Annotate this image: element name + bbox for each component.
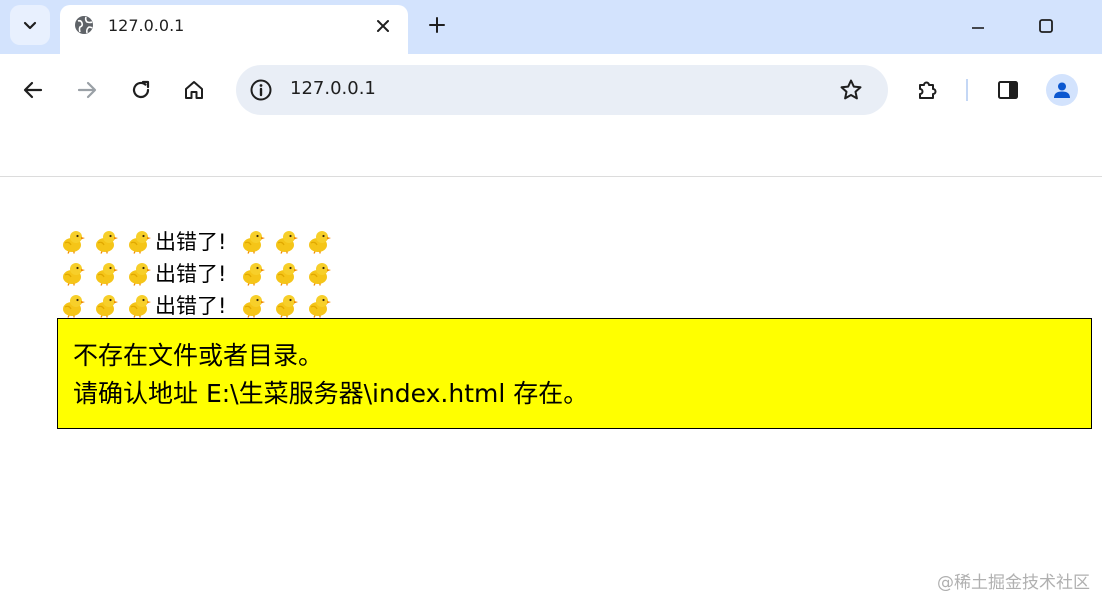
chick-icon [306, 228, 332, 254]
maximize-button[interactable] [1034, 14, 1058, 38]
error-message-box: 不存在文件或者目录。 请确认地址 E:\生菜服务器\index.html 存在。 [57, 318, 1092, 429]
home-icon [185, 81, 203, 99]
minimize-button[interactable] [966, 14, 990, 38]
chick-icon [273, 260, 299, 286]
address-bar[interactable]: 127.0.0.1 [236, 65, 888, 115]
reload-icon [132, 80, 150, 99]
tab-strip: 127.0.0.1 [0, 0, 1102, 54]
chick-icon [240, 228, 266, 254]
tab-search-button[interactable] [10, 5, 50, 45]
error-line: 出错了! [60, 289, 339, 321]
watermark: @稀土掘金技术社区 [937, 573, 1090, 593]
chick-icon [93, 260, 119, 286]
error-line-text: 出错了! [155, 294, 227, 318]
message-line-2: 请确认地址 E:\生菜服务器\index.html 存在。 [73, 379, 589, 408]
chick-icon [126, 260, 152, 286]
toolbar-divider [966, 79, 968, 101]
reload-button[interactable] [125, 74, 157, 106]
arrow-right-icon [77, 81, 97, 99]
bookmark-star-button[interactable] [838, 77, 864, 103]
chick-icon [93, 292, 119, 318]
person-icon [1054, 82, 1070, 98]
back-button[interactable] [17, 74, 49, 106]
extensions-button[interactable] [912, 74, 944, 106]
chick-icon [60, 228, 86, 254]
error-line-text: 出错了! [155, 230, 227, 254]
info-icon [250, 79, 272, 101]
chick-icon [240, 260, 266, 286]
chick-icon [273, 292, 299, 318]
page-content: 出错了! 出错了! 出错了! 不存在文件或者目录。 请确认地址 E:\生菜服务器\i… [0, 177, 1102, 599]
star-icon [840, 79, 862, 100]
chick-icon [273, 228, 299, 254]
active-tab[interactable]: 127.0.0.1 [60, 5, 408, 54]
toolbar: 127.0.0.1 [0, 54, 1102, 177]
chevron-down-icon [23, 21, 37, 30]
site-info-button[interactable] [248, 77, 274, 103]
chick-icon [306, 260, 332, 286]
tab-close-button[interactable] [372, 15, 394, 37]
chick-icon [126, 228, 152, 254]
message-line-1: 不存在文件或者目录。 [73, 341, 324, 370]
maximize-icon [1039, 19, 1053, 33]
forward-button[interactable] [71, 74, 103, 106]
chick-icon [60, 260, 86, 286]
url-text[interactable]: 127.0.0.1 [290, 78, 376, 99]
globe-icon [75, 16, 93, 34]
chick-icon [240, 292, 266, 318]
plus-icon [429, 17, 445, 33]
chick-icon [93, 228, 119, 254]
side-panel-button[interactable] [992, 74, 1024, 106]
minimize-icon [972, 27, 984, 29]
close-icon [377, 20, 389, 32]
puzzle-icon [919, 81, 937, 99]
chick-icon [126, 292, 152, 318]
tab-title: 127.0.0.1 [108, 16, 185, 35]
new-tab-button[interactable] [424, 12, 450, 38]
side-panel-icon [998, 81, 1018, 99]
arrow-left-icon [23, 81, 43, 99]
profile-avatar-button[interactable] [1046, 74, 1078, 106]
error-line: 出错了! [60, 257, 339, 289]
chick-icon [60, 292, 86, 318]
browser-window: 127.0.0.1 127.0.0.1 出错了! 出错了! 出错了! 不存在文件… [0, 0, 1102, 599]
error-line-text: 出错了! [155, 262, 227, 286]
home-button[interactable] [178, 74, 210, 106]
chick-icon [306, 292, 332, 318]
error-line: 出错了! [60, 225, 339, 257]
